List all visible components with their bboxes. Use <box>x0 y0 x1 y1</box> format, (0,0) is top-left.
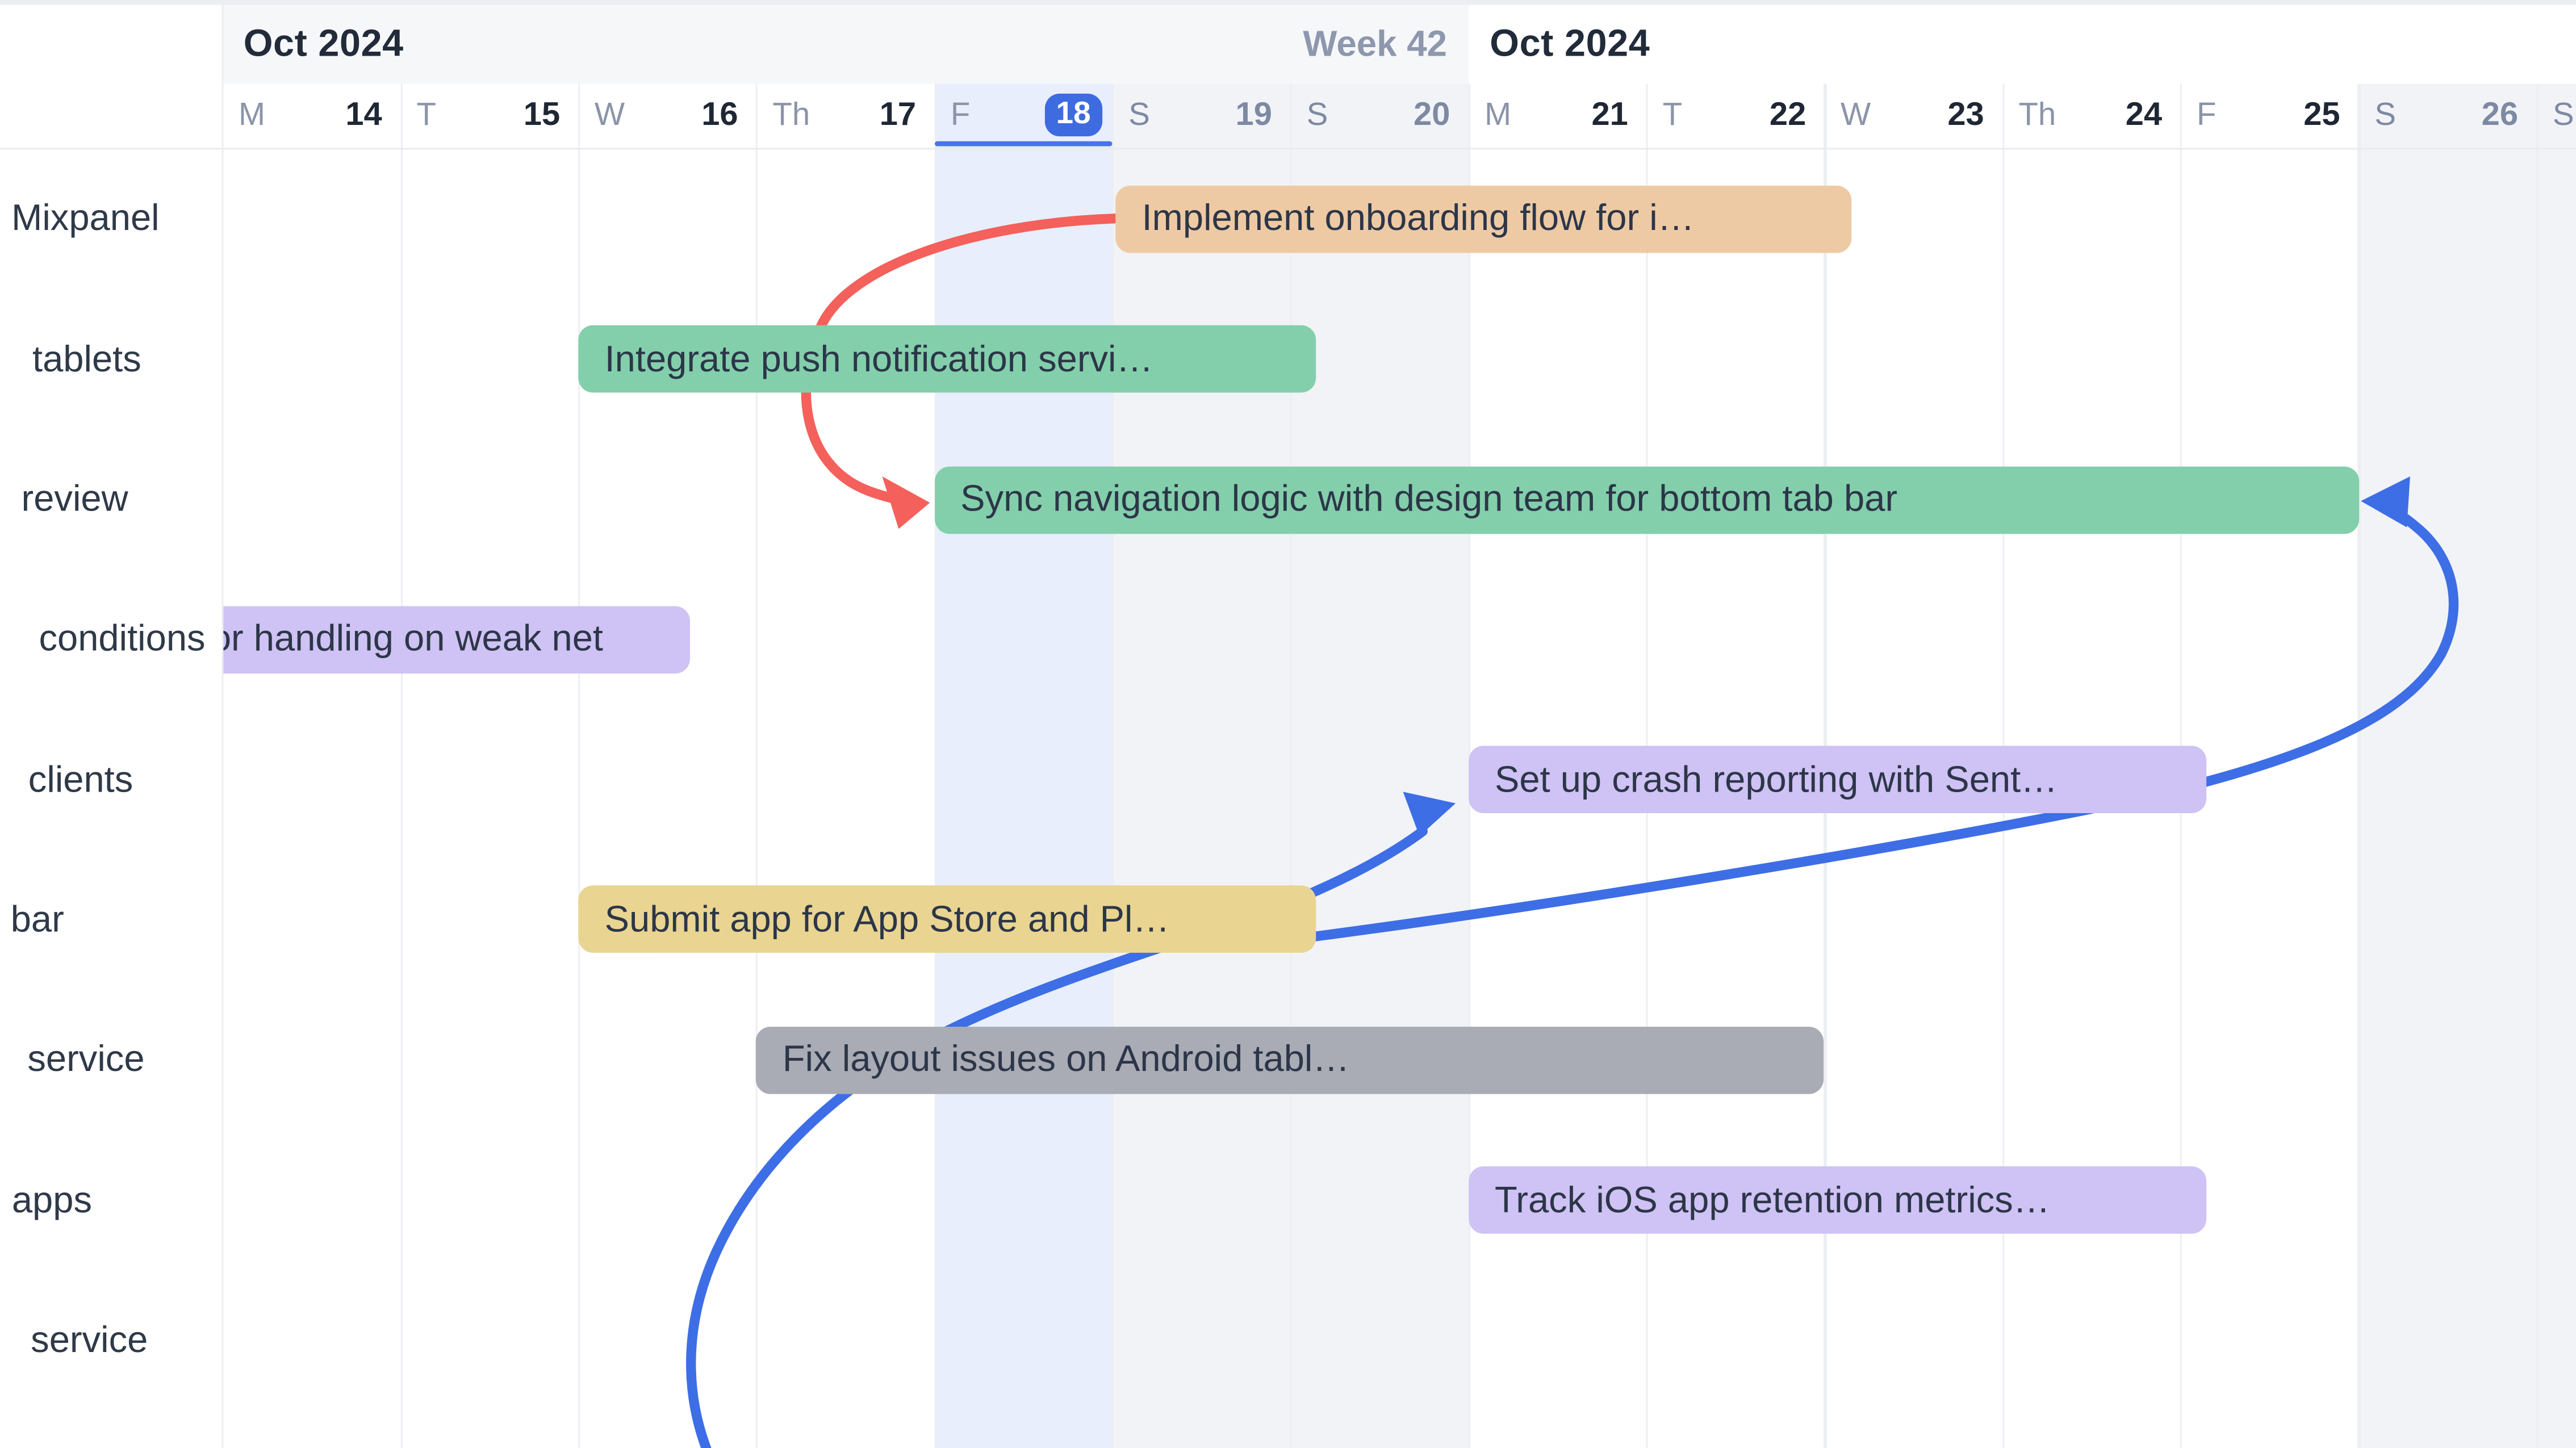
task-bar[interactable]: Implement onboarding flow for i… <box>1115 186 1851 253</box>
gantt-timeline-view: Oct 2024Week 42Oct 2024M14T15W16Th17F18S… <box>0 0 2576 1448</box>
grid-column-line <box>934 84 936 1448</box>
weekend-column-shade <box>2358 84 2536 1448</box>
day-letter: T <box>1646 97 1682 135</box>
day-number: 25 <box>2303 97 2358 135</box>
day-letter: M <box>222 97 265 135</box>
grid-column-line <box>578 84 580 1448</box>
day-header-cell: T 22 <box>1646 84 1824 147</box>
weekend-column-shade <box>1290 84 1468 1448</box>
task-name-label[interactable]: conditions <box>0 618 206 661</box>
week-number-label: Week 42 <box>1303 23 1447 65</box>
grid-column-line <box>2358 84 2360 1448</box>
day-number: 19 <box>1236 97 1290 135</box>
task-bar[interactable]: Sync navigation logic with design team f… <box>934 466 2358 533</box>
day-header-cell: S 20 <box>1290 84 1468 147</box>
dependency-arrow-red-implement-to-sync-head <box>882 476 930 529</box>
day-letter: S <box>1112 97 1150 135</box>
day-number: 26 <box>2482 97 2536 135</box>
day-header-cell: M 14 <box>222 84 400 147</box>
day-header-cell: W 16 <box>578 84 756 147</box>
day-header-cell: S27 <box>2536 84 2576 147</box>
day-header-bottom-border <box>0 147 2576 149</box>
day-number: 17 <box>880 97 934 135</box>
day-header-cell: T 15 <box>400 84 578 147</box>
day-number: 16 <box>701 97 756 135</box>
day-header-cell: Th 17 <box>756 84 934 147</box>
grid-column-line <box>400 84 402 1448</box>
header-top-hairline <box>0 0 2576 4</box>
day-number: 15 <box>524 97 578 135</box>
day-header-cell: W 23 <box>1824 84 2002 147</box>
day-number: 23 <box>1947 97 2002 135</box>
task-bar[interactable]: Submit app for App Store and Pl… <box>578 886 1316 954</box>
day-letter: S <box>2536 97 2574 135</box>
day-letter: Th <box>756 97 810 135</box>
task-bar[interactable]: Integrate push notification servi… <box>578 326 1316 394</box>
dependency-arrow-blue-submit-to-sync <box>1316 506 2453 936</box>
today-column-underline <box>934 141 1112 147</box>
day-number: 21 <box>1591 97 1646 135</box>
day-letter: W <box>578 97 625 135</box>
day-number: 20 <box>1414 97 1468 135</box>
day-header-cell: M 21 <box>1468 84 1646 147</box>
day-letter: M <box>1468 97 1511 135</box>
day-number: 14 <box>345 97 400 135</box>
month-label: Oct 2024 <box>244 22 404 66</box>
today-column-highlight <box>934 84 1112 1448</box>
day-header-cell: F 25 <box>2180 84 2358 147</box>
task-name-label[interactable]: service <box>0 1319 148 1362</box>
month-header-section: Oct 2024 <box>1469 4 2576 83</box>
grid-column-line <box>756 84 758 1448</box>
day-header-cell: S 19 <box>1112 84 1290 147</box>
day-header-cell: S 26 <box>2358 84 2536 147</box>
day-number: 22 <box>1770 97 1824 135</box>
day-letter: S <box>1290 97 1328 135</box>
day-header-cell: Th 24 <box>2002 84 2180 147</box>
today-date-pill: 18 <box>1044 94 1102 137</box>
day-letter: S <box>2358 97 2396 135</box>
task-name-label[interactable]: service <box>0 1039 145 1081</box>
grid-column-line <box>2536 84 2538 1448</box>
task-name-label[interactable]: apps <box>0 1179 92 1221</box>
label-column-border <box>222 4 224 1448</box>
day-number: 24 <box>2126 97 2180 135</box>
weekend-column-shade <box>2536 84 2576 1448</box>
grid-column-line <box>1112 84 1114 1448</box>
task-bar[interactable]: or handling on weak net <box>222 606 690 673</box>
day-header-cell: F 18 <box>934 84 1112 147</box>
task-bar[interactable]: Track iOS app retention metrics… <box>1469 1166 2206 1234</box>
grid-column-line <box>1290 84 1292 1448</box>
day-letter: F <box>934 97 970 135</box>
day-letter: Th <box>2002 97 2056 135</box>
task-name-label[interactable]: review <box>0 478 128 521</box>
day-letter: T <box>400 97 436 135</box>
task-bar[interactable]: Fix layout issues on Android tabl… <box>756 1026 1824 1094</box>
task-bar[interactable]: Set up crash reporting with Sent… <box>1469 746 2206 814</box>
task-name-label[interactable]: clients <box>0 758 133 801</box>
day-letter: F <box>2180 97 2216 135</box>
task-name-label[interactable]: Mixpanel <box>0 198 160 240</box>
month-label: Oct 2024 <box>1490 22 1650 66</box>
day-letter: W <box>1824 97 1871 135</box>
weekend-column-shade <box>1112 84 1290 1448</box>
task-name-label[interactable]: bar <box>0 898 64 941</box>
month-header-section: Oct 2024 Week 42 <box>222 4 1469 83</box>
task-name-label[interactable]: tablets <box>0 338 141 380</box>
